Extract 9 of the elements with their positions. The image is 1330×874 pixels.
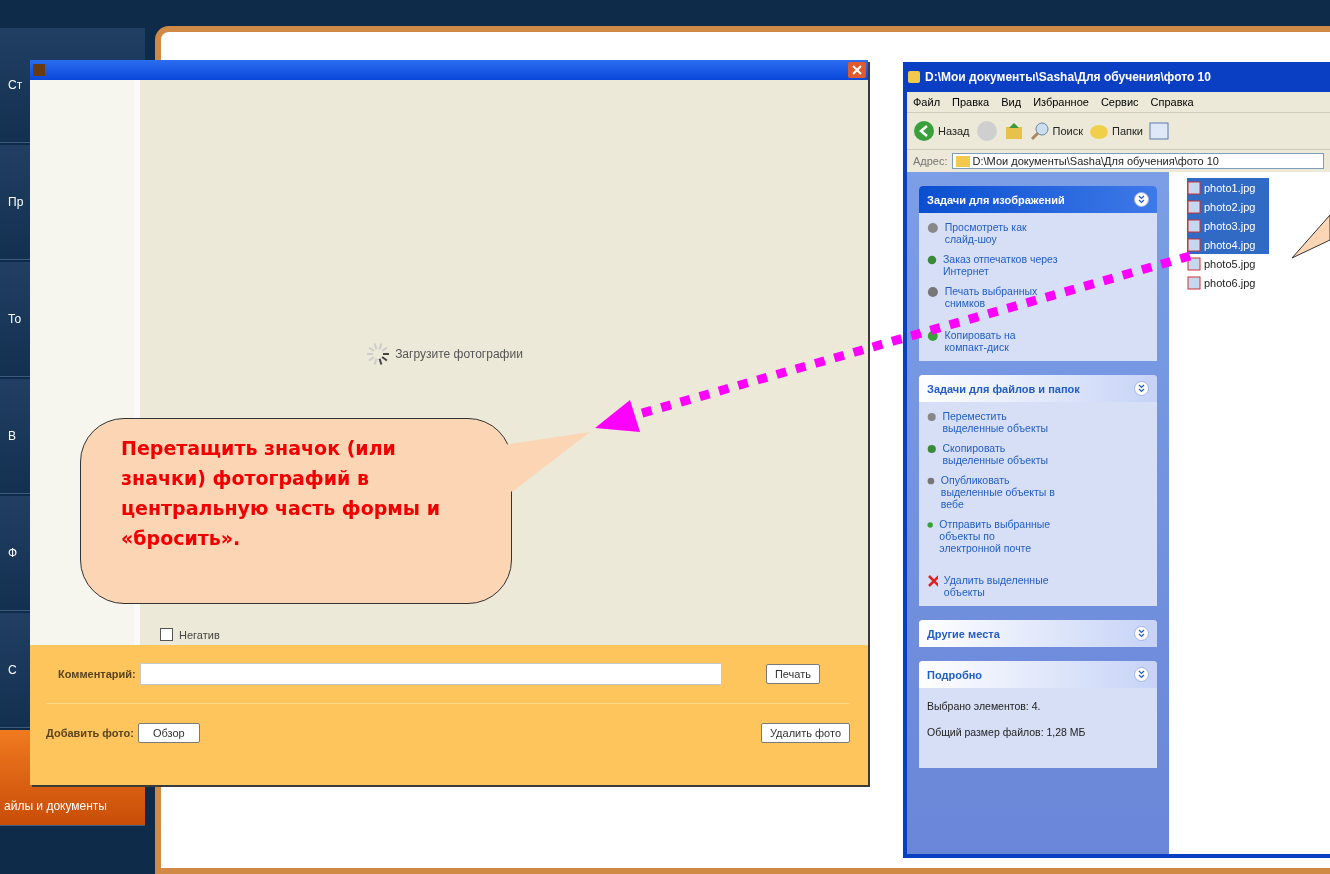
address-label: Адрес: [913,155,948,167]
add-photo-label: Добавить фото: [46,727,134,739]
checkbox-label: Негатив [179,628,220,641]
window-title: D:\Мои документы\Sasha\Для обучения\фото 10 [925,70,1211,84]
comment-label: Комментарий: [58,668,136,680]
details-text: Общий размер файлов: 1,28 МБ [927,726,1087,738]
callout-text: Перетащить значок (или значки) фотографий в центральную часть формы и «бросить». [121,436,441,551]
loading-status: Загрузите фотографии [395,347,523,361]
details-text: Выбрано элементов: 4. [927,700,1042,712]
